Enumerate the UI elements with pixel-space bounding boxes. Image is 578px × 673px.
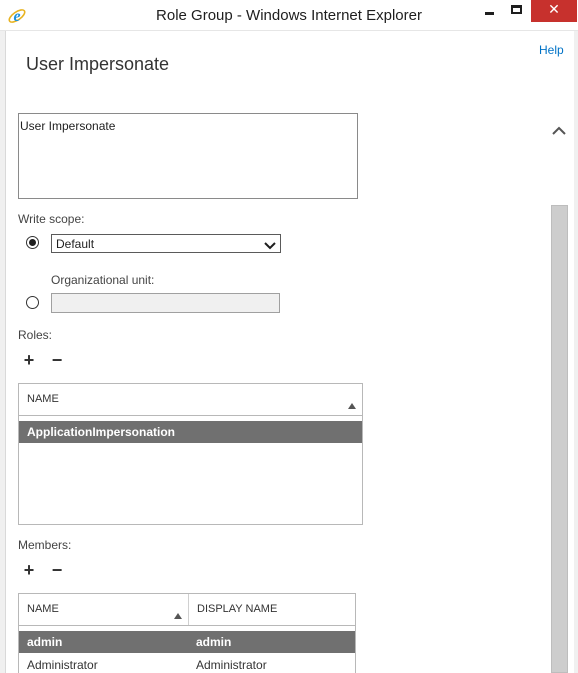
maximize-button[interactable] [503, 0, 530, 22]
table-row[interactable]: Administrator Administrator [19, 654, 355, 673]
window-frame-right [574, 31, 578, 673]
add-member-button[interactable]: + [20, 561, 38, 580]
write-scope-default-radio[interactable] [26, 236, 39, 249]
close-icon: ✕ [548, 2, 560, 18]
members-table: NAME DISPLAY NAME admin admin Administra… [18, 593, 356, 673]
close-button[interactable]: ✕ [531, 0, 577, 22]
members-label: Members: [18, 538, 72, 552]
scrollbar-thumb[interactable] [551, 205, 568, 673]
organizational-unit-input[interactable] [51, 293, 280, 313]
remove-role-button[interactable]: − [48, 351, 66, 370]
roles-table-header: NAME [19, 384, 362, 416]
minimize-icon [485, 12, 494, 15]
maximize-icon [511, 5, 522, 14]
column-header-label: NAME [27, 603, 59, 615]
minimize-button[interactable] [476, 0, 503, 22]
write-scope-selected-value: Default [56, 237, 95, 251]
role-name-cell: ApplicationImpersonation [27, 425, 176, 439]
column-header-name[interactable]: NAME [19, 594, 188, 625]
sort-ascending-icon [348, 396, 356, 409]
roles-table: NAME ApplicationImpersonation [18, 383, 363, 525]
member-name-cell: admin [27, 635, 63, 649]
member-display-name-cell: Administrator [196, 658, 267, 672]
help-link[interactable]: Help [539, 43, 564, 57]
organizational-unit-label: Organizational unit: [51, 273, 155, 287]
internet-explorer-icon: e [7, 6, 27, 26]
ie-window: e Role Group - Windows Internet Explorer… [0, 0, 578, 673]
page-title: User Impersonate [26, 54, 170, 74]
member-name-cell: Administrator [27, 658, 98, 672]
chevron-up-icon[interactable] [550, 122, 568, 140]
svg-text:e: e [13, 8, 20, 25]
window-title: Role Group - Windows Internet Explorer [156, 7, 422, 24]
write-scope-select[interactable]: Default [51, 234, 281, 253]
table-row[interactable]: ApplicationImpersonation [19, 421, 362, 443]
member-display-name-cell: admin [196, 635, 232, 649]
write-scope-label: Write scope: [18, 212, 85, 226]
column-header-name[interactable]: NAME [19, 384, 362, 415]
column-header-label: DISPLAY NAME [197, 603, 278, 615]
window-frame-left [0, 31, 6, 673]
table-row[interactable]: admin admin [19, 631, 355, 653]
add-role-button[interactable]: + [20, 351, 38, 370]
chevron-down-icon [264, 239, 276, 250]
column-header-label: NAME [27, 393, 59, 405]
sort-ascending-icon [174, 606, 182, 619]
column-header-display-name[interactable]: DISPLAY NAME [188, 594, 355, 625]
roles-label: Roles: [18, 328, 53, 342]
members-table-header: NAME DISPLAY NAME [19, 594, 355, 626]
description-textarea[interactable]: User Impersonate [18, 113, 358, 199]
remove-member-button[interactable]: − [48, 561, 66, 580]
title-bar[interactable]: e Role Group - Windows Internet Explorer… [0, 0, 578, 31]
organizational-unit-radio[interactable] [26, 296, 39, 309]
